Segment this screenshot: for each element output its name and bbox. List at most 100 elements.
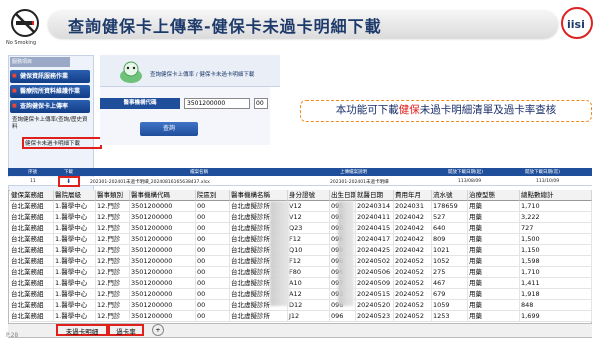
sheet-cell[interactable]: 640 (432, 223, 468, 234)
sheet-cell[interactable]: 20240314 (356, 201, 394, 212)
add-sheet-button[interactable]: + (152, 324, 164, 336)
sheet-header-cell[interactable]: 健保業務組 (10, 190, 54, 201)
sheet-header-cell[interactable]: 費用年月 (394, 190, 432, 201)
sheet-cell[interactable]: 2024031 (394, 201, 432, 212)
sheet-cell[interactable]: V12 (288, 212, 330, 223)
sheet-header-cell[interactable]: 醫院層級 (54, 190, 96, 201)
sheet-cell[interactable]: 台北業務組 (10, 256, 54, 267)
sheet-cell[interactable]: 1,710 (520, 267, 592, 278)
sheet-cell[interactable]: 1.醫學中心 (54, 212, 96, 223)
sheet-cell[interactable]: 1.醫學中心 (54, 278, 96, 289)
sheet-cell[interactable]: 178659 (432, 201, 468, 212)
sheet-cell[interactable]: 1,699 (520, 311, 592, 322)
sheet-cell[interactable]: 用藥 (468, 278, 520, 289)
sheet-cell[interactable]: 20240506 (356, 267, 394, 278)
sheet-cell[interactable]: F12 (288, 256, 330, 267)
sheet-cell[interactable]: 20240520 (356, 300, 394, 311)
sheet-cell[interactable]: 00 (196, 212, 230, 223)
sheet-cell[interactable]: 3501200000 (130, 300, 196, 311)
sheet-cell[interactable]: A10 (288, 278, 330, 289)
sheet-cell[interactable]: 12.門診 (96, 278, 130, 289)
sheet-cell[interactable]: 20240523 (356, 311, 394, 322)
sheet-cell[interactable]: 12.門診 (96, 212, 130, 223)
sheet-header-cell[interactable]: 醫事機構名稱 (230, 190, 288, 201)
sheet-cell[interactable]: Q23 (288, 223, 330, 234)
sheet-cell[interactable]: 20240425 (356, 245, 394, 256)
sheet-cell[interactable]: 12.門診 (96, 201, 130, 212)
sheet-cell[interactable]: 用藥 (468, 256, 520, 267)
sheet-tab-rate[interactable]: 過卡率 (108, 324, 144, 336)
sheet-cell[interactable]: A12 (288, 289, 330, 300)
sheet-cell[interactable]: 2024052 (394, 267, 432, 278)
sheet-cell[interactable]: 2024052 (394, 289, 432, 300)
sheet-cell[interactable]: 2024042 (394, 212, 432, 223)
sheet-cell[interactable]: F12 (288, 234, 330, 245)
sheet-cell[interactable]: 00 (196, 278, 230, 289)
sheet-cell[interactable]: 1.醫學中心 (54, 289, 96, 300)
sheet-header-cell[interactable]: 醫事機構代碼 (130, 190, 196, 201)
sheet-header-cell[interactable]: 院區別 (196, 190, 230, 201)
sheet-header-cell[interactable]: 總點數總計 (520, 190, 592, 201)
sheet-cell[interactable]: 1021 (432, 245, 468, 256)
sheet-cell[interactable]: 809 (432, 234, 468, 245)
sheet-cell[interactable]: 1052 (432, 256, 468, 267)
sheet-cell[interactable]: 096 (330, 311, 356, 322)
sheet-cell[interactable]: J12 (288, 311, 330, 322)
sheet-cell[interactable]: 3501200000 (130, 311, 196, 322)
sheet-cell[interactable]: 1,598 (520, 256, 592, 267)
sheet-cell[interactable]: 台北業務組 (10, 300, 54, 311)
sheet-header-cell[interactable]: 身分證號 (288, 190, 330, 201)
sheet-cell[interactable]: 用藥 (468, 234, 520, 245)
sheet-cell[interactable]: 用藥 (468, 267, 520, 278)
sheet-cell[interactable]: 用藥 (468, 311, 520, 322)
sheet-cell[interactable]: 20240502 (356, 256, 394, 267)
sub-item-unswiped-download[interactable]: 健保卡未過卡明細下載 (25, 139, 80, 147)
sheet-tab-unswiped[interactable]: 未過卡明細 (56, 324, 108, 336)
sheet-cell[interactable]: 台北業務組 (10, 278, 54, 289)
sheet-cell[interactable]: 3,222 (520, 212, 592, 223)
sheet-cell[interactable]: 1059 (432, 300, 468, 311)
sheet-cell[interactable]: 12.門診 (96, 223, 130, 234)
sheet-cell[interactable]: 用藥 (468, 289, 520, 300)
sheet-header-cell[interactable]: 治療型態 (468, 190, 520, 201)
sheet-cell[interactable]: 00 (196, 201, 230, 212)
sheet-cell[interactable]: 275 (432, 267, 468, 278)
sheet-cell[interactable]: 1.醫學中心 (54, 267, 96, 278)
sheet-cell[interactable]: D12 (288, 300, 330, 311)
sheet-cell[interactable]: 台北業務組 (10, 289, 54, 300)
download-link-icon[interactable]: ⬇ (66, 178, 71, 185)
sheet-cell[interactable]: 台北業務組 (10, 311, 54, 322)
sheet-cell[interactable]: 台北業務組 (10, 267, 54, 278)
sheet-cell[interactable]: 00 (196, 223, 230, 234)
sheet-cell[interactable]: 848 (520, 300, 592, 311)
sheet-cell[interactable]: 1,411 (520, 278, 592, 289)
sheet-cell[interactable]: 用藥 (468, 245, 520, 256)
sheet-cell[interactable]: 用藥 (468, 201, 520, 212)
menu-item-health-info[interactable]: 健保資訊服務作業 (10, 70, 90, 83)
sheet-cell[interactable]: 00 (196, 267, 230, 278)
sheet-cell[interactable]: 2024042 (394, 245, 432, 256)
sheet-cell[interactable]: 3501200000 (130, 223, 196, 234)
sheet-cell[interactable]: 3501200000 (130, 212, 196, 223)
sheet-cell[interactable]: 727 (520, 223, 592, 234)
sheet-cell[interactable]: 1.醫學中心 (54, 311, 96, 322)
sheet-cell[interactable]: 527 (432, 212, 468, 223)
sheet-cell[interactable]: 3501200000 (130, 245, 196, 256)
sheet-cell[interactable]: 12.門診 (96, 234, 130, 245)
sheet-cell[interactable]: 1253 (432, 311, 468, 322)
sheet-cell[interactable]: 20240415 (356, 223, 394, 234)
sheet-cell[interactable]: 20240411 (356, 212, 394, 223)
sheet-cell[interactable]: 2024052 (394, 300, 432, 311)
sheet-header-cell[interactable]: 出生日期 (330, 190, 356, 201)
sheet-cell[interactable]: 台北業務組 (10, 234, 54, 245)
sheet-cell[interactable]: 12.門診 (96, 289, 130, 300)
sheet-cell[interactable]: 2024052 (394, 278, 432, 289)
sheet-cell[interactable]: 3501200000 (130, 234, 196, 245)
sheet-header-cell[interactable]: 流水號 (432, 190, 468, 201)
sheet-header-cell[interactable]: 就醫日期 (356, 190, 394, 201)
sheet-cell[interactable]: 00 (196, 311, 230, 322)
sheet-cell[interactable]: 00 (196, 289, 230, 300)
sheet-cell[interactable]: 用藥 (468, 223, 520, 234)
query-button[interactable]: 查詢 (140, 122, 198, 136)
sheet-cell[interactable]: 3501200000 (130, 201, 196, 212)
